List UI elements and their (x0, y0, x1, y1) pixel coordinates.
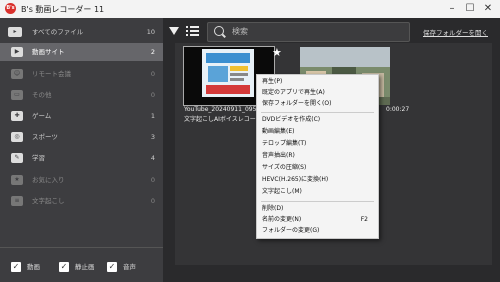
sidebar-item-label: 動画サイト (32, 48, 65, 56)
file-subtitle: 文字起こしAIボイスレコーダー (184, 116, 258, 123)
menu-item-play[interactable]: 再生(P) (257, 77, 378, 88)
list-view-icon[interactable] (186, 26, 199, 37)
search-box[interactable] (207, 22, 410, 42)
sidebar-item-count: 1 (150, 112, 155, 120)
menu-item-edit-telop[interactable]: テロップ編集(T) (257, 139, 378, 150)
sidebar-item-count: 2 (150, 48, 155, 56)
menu-item-convert-hevc[interactable]: HEVC(H.265)に変換(H) (257, 175, 378, 186)
app-title: B's 動画レコーダー 11 (21, 5, 105, 14)
menu-item-delete[interactable]: 削除(D) (257, 204, 378, 215)
menu-item-change-folder[interactable]: フォルダーの変更(G) (257, 226, 378, 237)
video-site-icon: ▶ (11, 47, 23, 57)
sidebar-item-count: 4 (150, 154, 155, 162)
sidebar-item-count: 0 (150, 197, 155, 205)
sports-icon: ◎ (11, 132, 23, 142)
filter-image-label: 静止画 (75, 263, 95, 271)
sidebar-item-other[interactable]: ▭ その他 0 (0, 86, 163, 104)
sidebar-item-count: 0 (150, 91, 155, 99)
title-bar: B's B's 動画レコーダー 11 – ☐ ✕ (0, 0, 500, 18)
sidebar-item-all-files[interactable]: ▸ すべてのファイル 10 (0, 23, 163, 41)
sidebar-item-transcription[interactable]: ≡ 文字起こし 0 (0, 192, 163, 210)
other-icon: ▭ (11, 90, 23, 100)
remote-meeting-icon: ☺ (11, 69, 23, 79)
sort-dropdown-icon[interactable] (169, 27, 179, 35)
menu-item-label: 文字起こし(M) (262, 188, 302, 195)
all-files-icon: ▸ (8, 27, 22, 37)
sidebar-divider (0, 247, 163, 248)
menu-item-compress-size[interactable]: サイズの圧縮(S) (257, 163, 378, 174)
menu-item-transcribe[interactable]: 文字起こし(M) (257, 187, 378, 198)
sidebar-item-count: 0 (150, 176, 155, 184)
minimize-button[interactable]: – (445, 2, 459, 16)
menu-item-shortcut: F2 (360, 216, 368, 223)
menu-item-edit-video[interactable]: 動画編集(E) (257, 127, 378, 138)
sidebar-item-count: 10 (146, 28, 155, 36)
sidebar-item-label: 学習 (32, 154, 45, 162)
favorite-star-icon[interactable]: ★ (272, 46, 282, 59)
menu-item-label: サイズの圧縮(S) (262, 164, 307, 171)
menu-item-label: 保存フォルダーを開く(O) (262, 100, 332, 107)
menu-item-label: DVDビデオを作成(C) (262, 116, 321, 123)
menu-item-play-default-app[interactable]: 既定のアプリで再生(A) (257, 88, 378, 99)
study-icon: ✎ (11, 153, 23, 163)
sidebar-item-sports[interactable]: ◎ スポーツ 3 (0, 128, 163, 146)
sidebar-item-label: その他 (32, 91, 52, 99)
sidebar-item-study[interactable]: ✎ 学習 4 (0, 149, 163, 167)
sidebar-item-label: ゲーム (32, 112, 52, 120)
filter-audio-checkbox[interactable]: ✓ (107, 262, 117, 272)
sidebar-item-label: スポーツ (32, 133, 58, 141)
game-icon: ✚ (11, 111, 23, 121)
sidebar-item-label: お気に入り (32, 176, 65, 184)
close-button[interactable]: ✕ (481, 2, 495, 16)
menu-item-label: 既定のアプリで再生(A) (262, 89, 325, 96)
context-menu: 再生(P) 既定のアプリで再生(A) 保存フォルダーを開く(O) DVDビデオを… (256, 74, 379, 239)
sidebar-item-label: リモート会議 (32, 70, 71, 78)
menu-item-extract-audio[interactable]: 音声抽出(R) (257, 151, 378, 162)
file-duration: 0:00:27 (386, 106, 410, 113)
sidebar-item-label: 文字起こし (32, 197, 65, 205)
menu-item-label: 動画編集(E) (262, 128, 295, 135)
menu-separator (261, 201, 374, 202)
sidebar-item-count: 3 (150, 133, 155, 141)
menu-item-label: 音声抽出(R) (262, 152, 295, 159)
menu-item-label: 名前の変更(N) (262, 216, 302, 223)
menu-item-label: テロップ編集(T) (262, 140, 307, 147)
menu-separator (261, 112, 374, 113)
menu-item-open-save-folder[interactable]: 保存フォルダーを開く(O) (257, 99, 378, 110)
maximize-button[interactable]: ☐ (463, 2, 477, 16)
filter-image-checkbox[interactable]: ✓ (59, 262, 69, 272)
menu-item-label: フォルダーの変更(G) (262, 227, 320, 234)
sidebar-item-count: 0 (150, 70, 155, 78)
file-name: YouTube_20240911_09540 (184, 106, 258, 113)
sidebar-item-video-site[interactable]: ▶ 動画サイト 2 (0, 43, 163, 61)
menu-item-rename[interactable]: 名前の変更(N) F2 (257, 215, 378, 226)
menu-item-label: HEVC(H.265)に変換(H) (262, 176, 329, 183)
transcription-icon: ≡ (11, 196, 23, 206)
sidebar-item-game[interactable]: ✚ ゲーム 1 (0, 107, 163, 125)
sidebar-item-favorite[interactable]: ★ お気に入り 0 (0, 171, 163, 189)
menu-item-label: 削除(D) (262, 205, 284, 212)
sidebar-item-remote-meeting[interactable]: ☺ リモート会議 0 (0, 65, 163, 83)
favorite-icon: ★ (11, 175, 23, 185)
search-input[interactable] (232, 24, 402, 39)
filter-video-checkbox[interactable]: ✓ (11, 262, 21, 272)
open-save-folder-link[interactable]: 保存フォルダーを開く (423, 27, 488, 37)
sidebar-item-label: すべてのファイル (32, 28, 84, 36)
filter-video-label: 動画 (27, 263, 40, 271)
menu-item-create-dvd[interactable]: DVDビデオを作成(C) (257, 115, 378, 126)
menu-item-label: 再生(P) (262, 78, 283, 85)
app-logo: B's (5, 3, 16, 14)
filter-audio-label: 音声 (123, 263, 136, 271)
